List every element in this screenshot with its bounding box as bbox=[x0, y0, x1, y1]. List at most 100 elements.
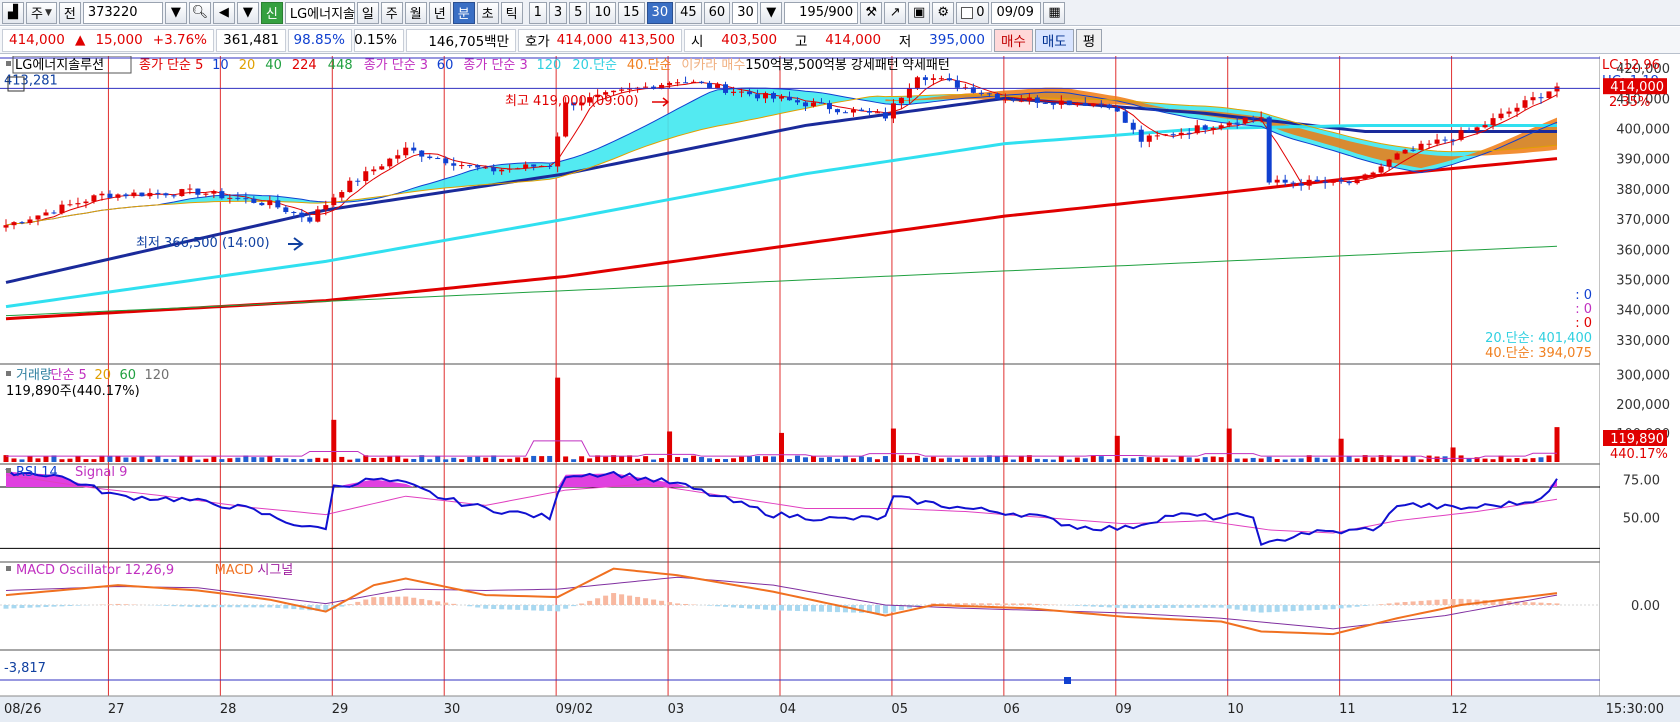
candle-body bbox=[411, 147, 417, 151]
price-tick-8: 340,000 bbox=[1616, 304, 1670, 319]
checkbox[interactable]: 0 bbox=[956, 1, 990, 24]
x-label-1: 27 bbox=[108, 702, 125, 717]
macd-legend-bullet bbox=[6, 566, 11, 571]
interval-button-5[interactable]: 5 bbox=[569, 1, 588, 24]
stock-code-input[interactable]: 373220 bbox=[82, 1, 163, 24]
candle-body bbox=[1362, 174, 1368, 180]
interval-button-60[interactable]: 60 bbox=[703, 1, 731, 24]
macd-osc-bar bbox=[443, 602, 449, 605]
candle-body bbox=[515, 168, 521, 170]
bid-ask-cell: 호가 414,000 413,500 bbox=[518, 28, 682, 52]
macd-osc-bar bbox=[802, 605, 808, 612]
candle-body bbox=[251, 198, 257, 203]
calendar-icon[interactable]: ▦ bbox=[1043, 1, 1066, 24]
volume-bar bbox=[675, 456, 681, 462]
candle-body bbox=[1058, 100, 1064, 105]
volume-bar bbox=[531, 455, 537, 462]
x-label-6: 03 bbox=[668, 702, 685, 717]
volume-bar bbox=[1450, 447, 1456, 462]
sound-icon[interactable]: ◀ bbox=[212, 1, 235, 24]
volume-bar bbox=[683, 458, 689, 462]
period-button-4[interactable]: 분 bbox=[452, 1, 475, 24]
candle-body bbox=[1378, 166, 1384, 173]
count-value: 195 bbox=[799, 5, 824, 20]
volume-bar bbox=[1154, 457, 1160, 462]
candle-body bbox=[227, 197, 233, 199]
current-price-tag: 414,000 bbox=[1610, 80, 1664, 95]
volume-bar bbox=[1290, 458, 1296, 462]
macd-osc-bar bbox=[1226, 605, 1232, 609]
date-input[interactable]: 09/09 bbox=[991, 1, 1042, 24]
candle-body bbox=[1218, 125, 1224, 128]
macd-osc-bar bbox=[195, 605, 201, 608]
volume-bar bbox=[786, 459, 792, 462]
interval-input[interactable]: 30 bbox=[732, 1, 759, 24]
credit-badge[interactable]: 신 bbox=[260, 1, 283, 24]
period-button-2[interactable]: 월 bbox=[404, 1, 427, 24]
indicator-icon[interactable]: ⚒ bbox=[860, 1, 883, 24]
prev-button[interactable]: 전 bbox=[58, 1, 81, 24]
interval-dropdown-icon[interactable]: ▼ bbox=[760, 1, 783, 24]
candle-body bbox=[331, 197, 337, 206]
interval-button-3[interactable]: 3 bbox=[548, 1, 568, 24]
vol-legend-0: 거래량 bbox=[16, 368, 52, 383]
layout-icon[interactable]: ▟ bbox=[2, 1, 24, 24]
volume-bar bbox=[1490, 459, 1496, 462]
candle-body bbox=[323, 205, 329, 210]
stock-name[interactable]: LG에너지솔 bbox=[284, 1, 355, 24]
interval-button-15[interactable]: 15 bbox=[618, 1, 645, 24]
candle-body bbox=[1274, 179, 1280, 183]
macd-osc-bar bbox=[1186, 605, 1192, 608]
macd-osc-bar bbox=[1170, 605, 1176, 608]
buy-button[interactable]: 매수 bbox=[994, 28, 1033, 52]
interval-button-1[interactable]: 1 bbox=[528, 1, 547, 24]
macd-osc-bar bbox=[1218, 605, 1224, 608]
draw-tool-icon[interactable]: ↗ bbox=[884, 1, 907, 24]
macd-osc-bar bbox=[531, 605, 537, 611]
code-dropdown-icon[interactable]: ▼ bbox=[164, 1, 187, 24]
flat-button[interactable]: 평 bbox=[1075, 28, 1103, 52]
macd-osc-bar bbox=[43, 605, 49, 608]
interval-button-30[interactable]: 30 bbox=[646, 1, 674, 24]
candle-body bbox=[1034, 97, 1040, 103]
macd-osc-bar bbox=[1018, 603, 1024, 605]
volume-bar bbox=[483, 457, 489, 462]
sell-button[interactable]: 매도 bbox=[1034, 28, 1074, 52]
macd-osc-bar bbox=[1394, 602, 1400, 605]
period-button-5[interactable]: 초 bbox=[476, 1, 499, 24]
chart-area[interactable]: 413,281LG에너지솔루션 종가 단순 5 10 20 40 224 448 종가 단순 … bbox=[0, 56, 1680, 722]
macd-osc-bar bbox=[1306, 605, 1312, 611]
volume-bar bbox=[275, 458, 281, 462]
volume-bar bbox=[858, 456, 864, 462]
turnover-rate: 0.15% bbox=[354, 28, 404, 52]
candle-body bbox=[938, 78, 944, 80]
macd-osc-bar bbox=[779, 605, 784, 611]
candle-body bbox=[994, 93, 1000, 100]
volume-bar bbox=[1554, 427, 1560, 462]
volume-bar bbox=[1250, 457, 1256, 462]
interval-button-10[interactable]: 10 bbox=[589, 1, 616, 24]
candle-body bbox=[475, 165, 481, 168]
gear-icon[interactable]: ⚙ bbox=[932, 1, 955, 24]
macd-osc-bar bbox=[1330, 605, 1336, 610]
period-button-1[interactable]: 주 bbox=[380, 1, 403, 24]
period-button-3[interactable]: 년 bbox=[428, 1, 451, 24]
sound-dropdown-icon[interactable]: ▼ bbox=[236, 1, 259, 24]
candle-body bbox=[235, 197, 241, 199]
candle-body bbox=[131, 192, 137, 197]
macd-legend-1: MACD bbox=[215, 563, 254, 578]
candle-body bbox=[834, 109, 840, 113]
macd-osc-bar bbox=[1138, 605, 1144, 609]
ma-value-0: 20.단순: 401,400 bbox=[1485, 331, 1592, 346]
period-button-6[interactable]: 틱 bbox=[500, 1, 523, 24]
macd-osc-bar bbox=[499, 605, 505, 610]
macd-osc-bar bbox=[1338, 605, 1344, 609]
macd-osc-bar bbox=[419, 598, 425, 605]
search-icon[interactable]: 🔍︎ bbox=[188, 1, 211, 24]
period-select[interactable]: 주 ▼ bbox=[26, 1, 57, 24]
interval-button-45[interactable]: 45 bbox=[675, 1, 702, 24]
candle-body bbox=[1386, 159, 1392, 167]
save-icon[interactable]: ▣ bbox=[908, 1, 931, 24]
count-input[interactable]: 195/900 bbox=[784, 1, 859, 24]
period-button-0[interactable]: 일 bbox=[356, 1, 379, 24]
